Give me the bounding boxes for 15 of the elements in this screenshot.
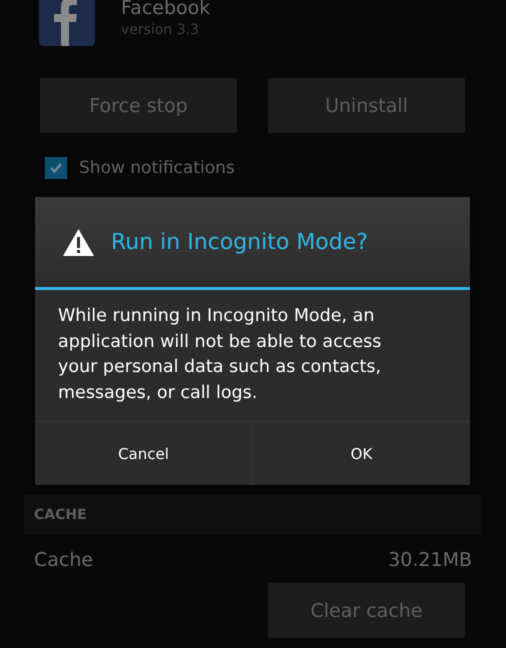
app-icon [39, 0, 95, 46]
check-icon [49, 162, 63, 174]
clear-cache-button[interactable]: Clear cache [268, 583, 465, 638]
cache-size: 30.21MB [388, 549, 472, 571]
cache-label: Cache [34, 549, 94, 571]
dialog-title: Run in Incognito Mode? [111, 230, 368, 254]
dialog-button[interactable]: Cancel [35, 422, 252, 485]
action-button[interactable]: Force stop [40, 78, 237, 133]
action-button[interactable]: Uninstall [268, 78, 465, 133]
section-title: CACHE [34, 507, 87, 523]
warning-icon [62, 228, 95, 256]
checkbox-label: Show notifications [79, 158, 235, 178]
checkbox[interactable] [45, 157, 67, 179]
dialog-button[interactable]: OK [252, 422, 470, 485]
dialog-message: While running in Incognito Mode, an application will not be able to access your personal data such as contacts, messages, or call logs. [57, 305, 382, 404]
